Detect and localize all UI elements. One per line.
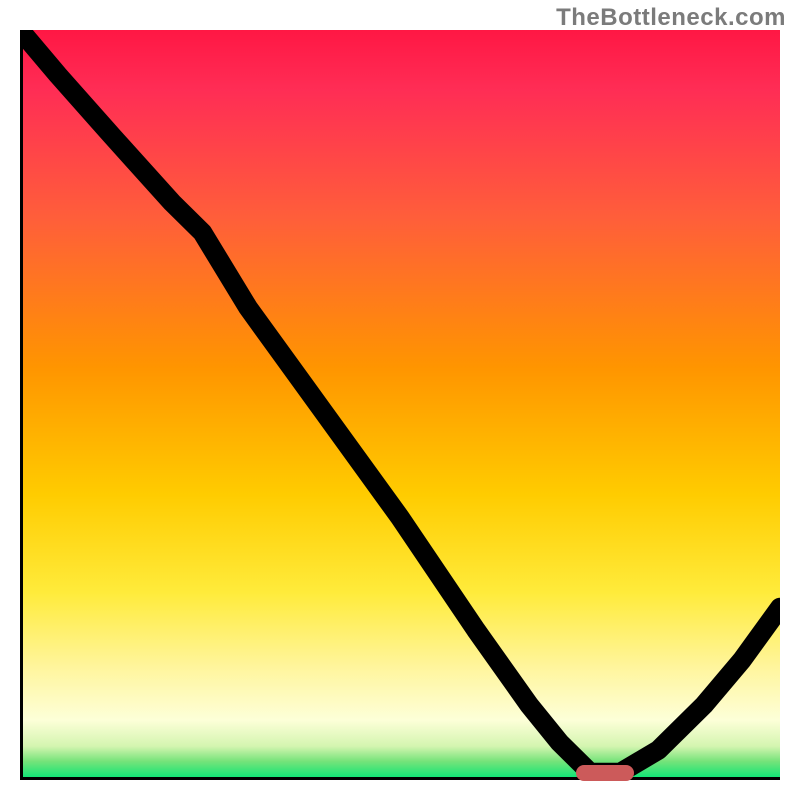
optimum-marker <box>576 765 634 781</box>
plot-area <box>20 30 780 780</box>
bottleneck-curve <box>20 30 780 780</box>
chart-container: TheBottleneck.com <box>0 0 800 800</box>
watermark-text: TheBottleneck.com <box>556 4 786 32</box>
